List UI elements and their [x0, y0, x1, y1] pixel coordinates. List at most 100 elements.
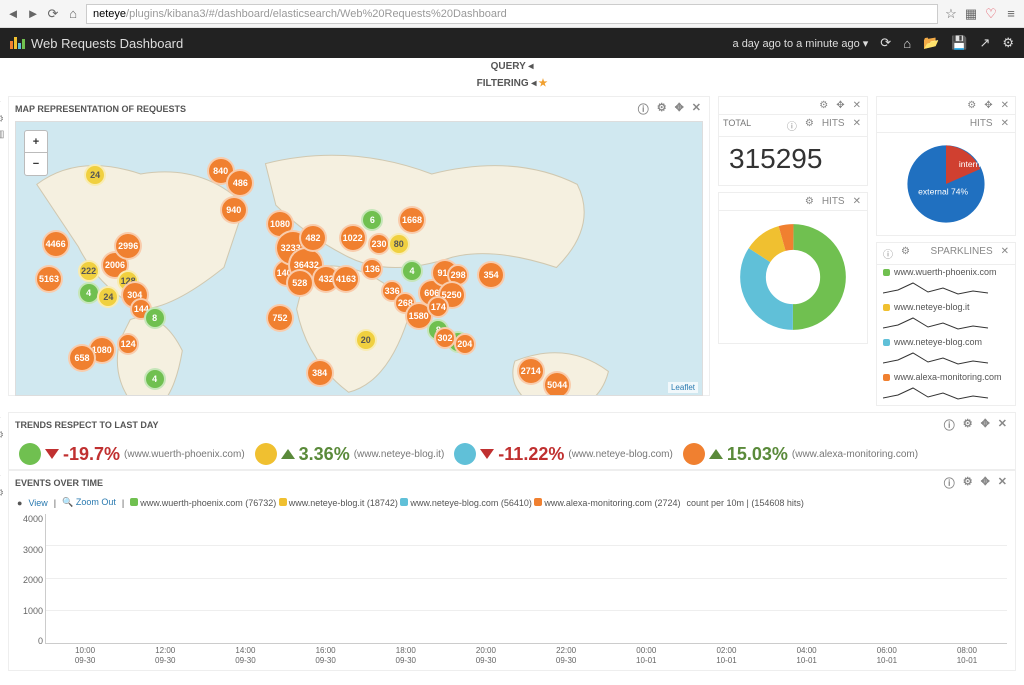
map-marker[interactable]: 2996 [114, 232, 142, 260]
map-marker[interactable]: 6 [361, 209, 383, 231]
zoom-in-button[interactable]: + [25, 131, 47, 153]
back-icon[interactable]: ◄ [6, 7, 20, 21]
map-marker[interactable]: 482 [299, 224, 327, 252]
filtering-row[interactable]: FILTERING ◂★ [0, 75, 1024, 92]
trend-item: -11.22%(www.neteye-blog.com) [454, 443, 673, 465]
map-marker[interactable]: 20 [355, 329, 377, 351]
map-marker[interactable]: 204 [454, 333, 476, 355]
map-marker[interactable]: 1668 [398, 206, 426, 234]
map-marker[interactable]: 658 [68, 344, 96, 372]
map-marker[interactable]: 486 [226, 169, 254, 197]
panel-add-icon[interactable]: ▥ [0, 129, 4, 140]
map-marker[interactable]: 5044 [543, 371, 571, 396]
open-icon[interactable]: 📂 [923, 35, 939, 51]
move-icon[interactable]: ✥ [834, 100, 846, 111]
gear-icon[interactable]: ⚙ [899, 246, 912, 261]
info-icon[interactable]: ⓘ [942, 417, 957, 433]
map-marker[interactable]: 354 [477, 261, 505, 289]
map-marker[interactable]: 384 [306, 359, 334, 387]
leaflet-attribution[interactable]: Leaflet [668, 382, 698, 393]
settings-icon[interactable]: ⚙ [1002, 35, 1014, 51]
trend-item: 3.36%(www.neteye-blog.it) [255, 443, 445, 465]
close-icon[interactable]: ✕ [851, 118, 863, 133]
menu-icon[interactable]: ≡ [1004, 7, 1018, 21]
map-marker[interactable]: 5163 [35, 265, 63, 293]
bookmark-icon[interactable]: ☆ [944, 7, 958, 21]
close-icon[interactable]: ✕ [999, 246, 1011, 261]
map-marker[interactable]: 124 [117, 333, 139, 355]
map-marker[interactable]: 136 [361, 258, 383, 280]
map-marker[interactable]: 80 [388, 233, 410, 255]
move-icon[interactable]: ✥ [979, 417, 992, 433]
map-marker[interactable]: 4 [78, 282, 100, 304]
zoom-out-button[interactable]: − [25, 153, 47, 175]
gear-icon[interactable]: ⚙ [803, 118, 816, 133]
url-input[interactable]: neteye/plugins/kibana3/#/dashboard/elast… [86, 4, 938, 24]
close-icon[interactable]: ✕ [851, 196, 863, 207]
save-icon[interactable]: 💾 [951, 35, 967, 51]
home-icon[interactable]: ⌂ [66, 7, 80, 21]
map-marker[interactable]: 4 [144, 368, 166, 390]
map-marker[interactable]: 24 [84, 164, 106, 186]
gear-icon[interactable]: ⚙ [655, 101, 669, 117]
close-icon[interactable]: ✕ [999, 100, 1011, 111]
zoom-out-link[interactable]: 🔍 Zoom Out [62, 497, 116, 508]
sparkline-item: www.alexa-monitoring.com [877, 370, 1015, 405]
info-icon[interactable]: ⓘ [881, 246, 895, 261]
home-dash-icon[interactable]: ⌂ [903, 36, 911, 51]
forward-icon[interactable]: ► [26, 7, 40, 21]
query-row[interactable]: QUERY ◂ [0, 58, 1024, 75]
gear-icon[interactable]: ⚙ [961, 417, 975, 433]
panel-collapse-icon[interactable]: ˅ [0, 415, 4, 426]
map-marker[interactable]: 528 [286, 269, 314, 297]
donut-hits-panel: ⚙HITS✕ [718, 192, 868, 344]
info-icon[interactable]: ⓘ [942, 475, 957, 491]
map-marker[interactable]: 2714 [517, 357, 545, 385]
logo-icon [10, 37, 25, 49]
reload-icon[interactable]: ⟳ [46, 7, 60, 21]
gear-icon[interactable]: ⚙ [965, 100, 978, 111]
timerange-selector[interactable]: a day ago to a minute ago ▾ [733, 37, 869, 50]
panel-collapse-icon[interactable]: ˅ [0, 99, 4, 110]
close-icon[interactable]: ✕ [999, 118, 1011, 129]
map-marker[interactable]: 4163 [332, 265, 360, 293]
refresh-icon[interactable]: ⟳ [880, 35, 891, 51]
map-marker[interactable]: 1022 [339, 224, 367, 252]
move-icon[interactable]: ✥ [982, 100, 994, 111]
info-icon[interactable]: ⓘ [636, 101, 651, 117]
view-link[interactable]: View [28, 498, 47, 508]
close-icon[interactable]: ✕ [996, 417, 1009, 433]
map-marker[interactable]: 4466 [42, 230, 70, 258]
info-icon[interactable]: ⓘ [785, 118, 799, 133]
svg-text:internal 26%: internal 26% [959, 159, 991, 169]
map[interactable]: + − 244466516322220062996424128304144108… [15, 121, 703, 396]
share-icon[interactable]: ↗ [979, 35, 990, 51]
panel-settings-icon[interactable]: ⚙ [0, 114, 4, 125]
close-icon[interactable]: ✕ [996, 475, 1009, 491]
gear-icon[interactable]: ⚙ [803, 196, 816, 207]
page-title: Web Requests Dashboard [31, 36, 183, 51]
map-marker[interactable]: 8 [144, 307, 166, 329]
panel-collapse-icon[interactable]: ˅ [0, 473, 4, 484]
ext2-icon[interactable]: ♡ [984, 7, 998, 21]
map-marker[interactable]: 302 [434, 327, 456, 349]
map-marker[interactable]: 230 [368, 233, 390, 255]
map-marker[interactable]: 174 [427, 296, 449, 318]
map-marker[interactable]: 24 [97, 286, 119, 308]
ext1-icon[interactable]: ▦ [964, 7, 978, 21]
map-marker[interactable]: 752 [266, 304, 294, 332]
gear-icon[interactable]: ⚙ [817, 100, 830, 111]
panel-settings-icon[interactable]: ⚙ [0, 430, 4, 441]
gear-icon[interactable]: ⚙ [961, 475, 975, 491]
map-marker[interactable]: 940 [220, 196, 248, 224]
close-icon[interactable]: ✕ [690, 101, 703, 117]
move-icon[interactable]: ✥ [673, 101, 686, 117]
move-icon[interactable]: ✥ [979, 475, 992, 491]
map-marker[interactable]: 4 [401, 260, 423, 282]
close-icon[interactable]: ✕ [851, 100, 863, 111]
trends-title: TRENDS RESPECT TO LAST DAY [15, 420, 159, 430]
map-marker[interactable]: 222 [78, 260, 100, 282]
panel-settings-icon[interactable]: ⚙ [0, 488, 4, 499]
events-chart[interactable]: 40003000200010000 10:0009-3012:0009-3014… [9, 510, 1015, 670]
sparklines-panel: ⓘ⚙ SPARKLINES✕ www.wuerth-phoenix.comwww… [876, 242, 1016, 406]
